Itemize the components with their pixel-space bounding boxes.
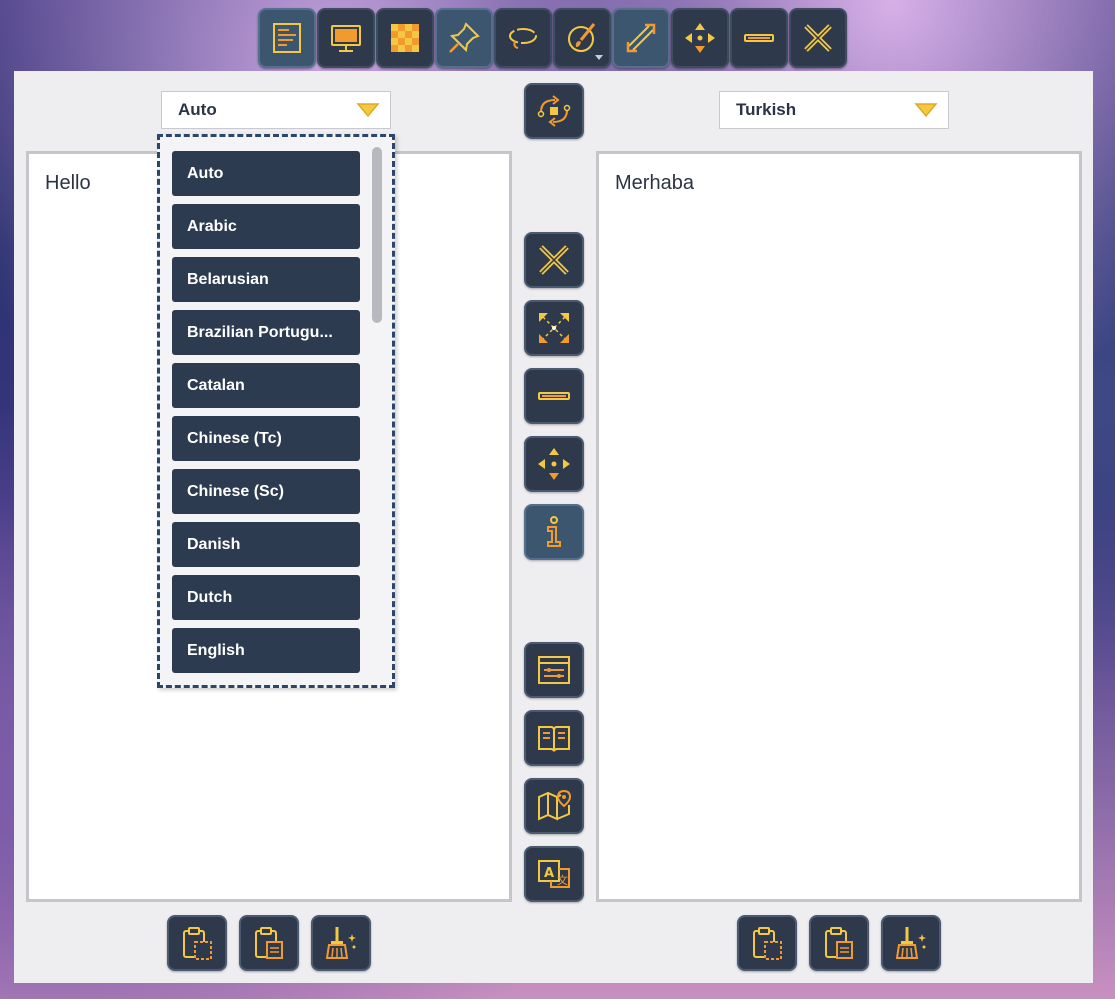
target-copy-button[interactable] [809,915,869,971]
language-option[interactable]: Brazilian Portugu... [172,310,360,355]
expand-button[interactable] [524,300,584,356]
clipboard-paste-icon [753,927,782,960]
target-clear-button[interactable] [881,915,941,971]
close-icon [539,245,569,275]
target-language-value: Turkish [736,100,797,119]
language-option[interactable]: Chinese (Tc) [172,416,360,461]
source-clear-button[interactable] [311,915,371,971]
minimize-icon [538,392,570,400]
source-language-select[interactable]: Auto [161,91,391,129]
close-icon [804,24,832,52]
language-option[interactable]: Auto [172,151,360,196]
move-button[interactable] [524,436,584,492]
source-text: Hello [45,172,91,194]
expand-icon [539,313,569,343]
map-icon [538,789,572,821]
toolbar-transparency-button[interactable] [376,8,434,68]
target-paste-button[interactable] [737,915,797,971]
lasso-icon [509,28,537,49]
translate-icon: A 文 [538,860,570,888]
move-arrows-icon [538,448,570,480]
language-option[interactable]: Belarusian [172,257,360,302]
resize-diagonal-icon [626,23,656,53]
language-option[interactable]: Dutch [172,575,360,620]
minimize-button[interactable] [524,368,584,424]
toolbar-document-button[interactable] [258,8,316,68]
target-language-select[interactable]: Turkish [719,91,949,129]
pin-icon [449,22,480,53]
clipboard-paste-icon [183,927,212,960]
info-icon [547,516,561,547]
target-text: Merhaba [615,172,694,194]
toolbar-close-button[interactable] [789,8,847,68]
language-option[interactable]: Arabic [172,204,360,249]
clipboard-copy-icon [825,927,853,959]
minimize-icon [744,34,774,42]
dictionary-button[interactable] [524,710,584,766]
toolbar-move-button[interactable] [671,8,729,68]
language-option[interactable]: Danish [172,522,360,567]
move-arrows-icon [685,23,715,53]
brush-palette-icon [568,23,596,52]
language-option-list: Auto Arabic Belarusian Brazilian Portugu… [172,151,360,681]
source-language-value: Auto [178,100,217,119]
clipboard-copy-icon [255,927,283,959]
info-button[interactable] [524,504,584,560]
toolbar-pin-button[interactable] [435,8,493,68]
svg-text:文: 文 [557,873,568,887]
source-language-dropdown: Auto Arabic Belarusian Brazilian Portugu… [157,134,395,688]
dropdown-scrollbar[interactable] [372,147,382,677]
top-toolbar [258,8,847,70]
document-list-icon [273,23,301,53]
chevron-down-icon [914,103,938,118]
toolbar-monitor-button[interactable] [317,8,375,68]
toolbar-minimize-button[interactable] [730,8,788,68]
map-button[interactable] [524,778,584,834]
clear-button[interactable] [524,232,584,288]
swap-languages-button[interactable] [524,83,584,139]
monitor-icon [331,25,361,52]
toolbar-brush-button[interactable] [553,8,611,68]
language-option[interactable]: Catalan [172,363,360,408]
swap-icon [537,95,571,127]
toolbar-lasso-button[interactable] [494,8,552,68]
scrollbar-thumb[interactable] [372,147,382,323]
source-copy-button[interactable] [239,915,299,971]
toolbar-resize-button[interactable] [612,8,670,68]
broom-icon [895,927,926,959]
book-icon [538,726,570,752]
translate-button[interactable]: A 文 [524,846,584,902]
chevron-down-icon [356,103,380,118]
chevron-down-icon [595,55,603,60]
checkerboard-icon [391,24,419,52]
source-paste-button[interactable] [167,915,227,971]
target-text-area[interactable]: Merhaba [596,151,1082,902]
svg-text:A: A [544,866,554,881]
broom-icon [325,927,356,959]
language-option[interactable]: English [172,628,360,673]
language-option[interactable]: Chinese (Sc) [172,469,360,514]
window-settings-icon [538,656,570,684]
window-settings-button[interactable] [524,642,584,698]
